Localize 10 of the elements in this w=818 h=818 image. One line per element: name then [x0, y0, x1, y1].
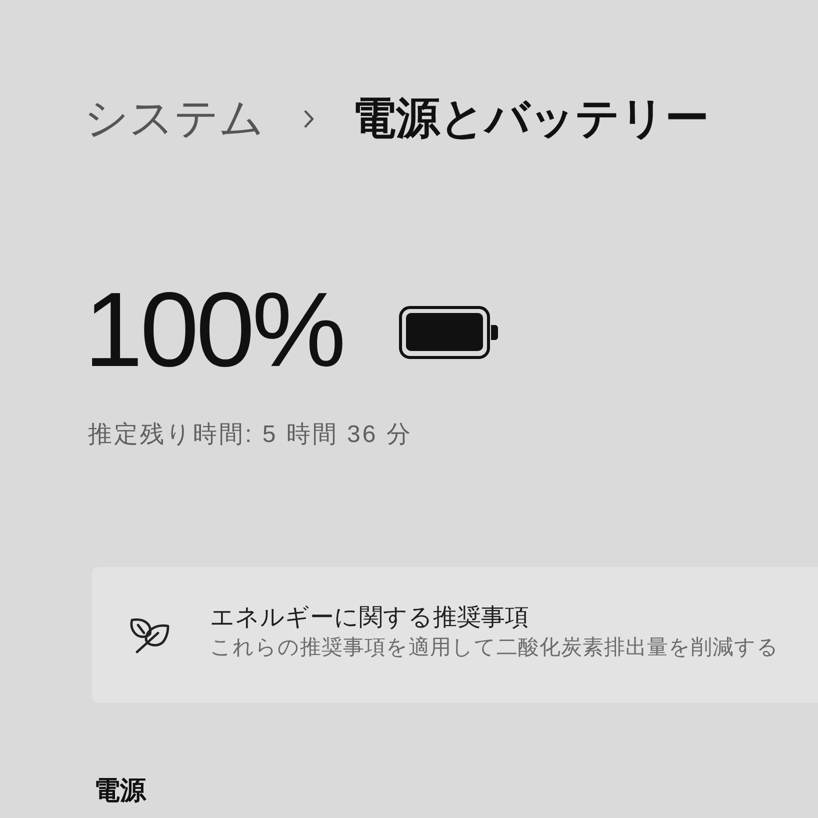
card-title: エネルギーに関する推奨事項	[210, 603, 529, 633]
chevron-right-icon	[304, 110, 314, 128]
breadcrumb-link[interactable]: システム	[84, 92, 264, 146]
section-heading: 電源	[94, 774, 146, 806]
page-title: 電源とバッテリー	[352, 93, 709, 145]
battery-percentage: 100%	[84, 280, 344, 380]
leaf-icon	[128, 616, 170, 654]
remaining-time-text: 推定残り時間: 5 時間 36 分	[88, 420, 412, 450]
recommendations-card[interactable]: エネルギーに関する推奨事項 これらの推奨事項を適用して二酸化炭素排出量を削減する	[92, 567, 818, 703]
card-description: これらの推奨事項を適用して二酸化炭素排出量を削減する	[210, 635, 779, 661]
